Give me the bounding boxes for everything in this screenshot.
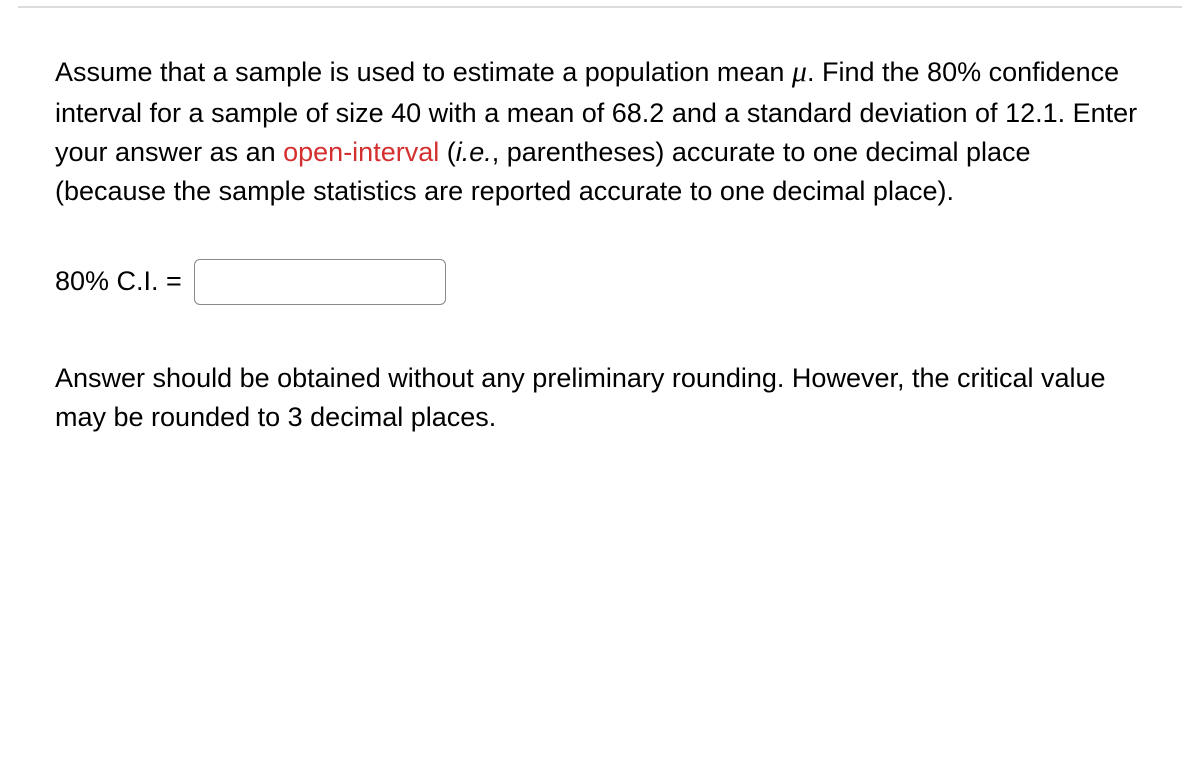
question-text-part1c: ( xyxy=(439,137,456,167)
open-interval-highlight: open-interval xyxy=(283,137,439,167)
question-content: Assume that a sample is used to estimate… xyxy=(0,8,1200,437)
answer-row: 80% C.I. = xyxy=(55,259,1145,305)
mu-symbol: μ xyxy=(792,55,807,88)
answer-label: 80% C.I. = xyxy=(55,266,182,297)
question-paragraph: Assume that a sample is used to estimate… xyxy=(55,50,1145,211)
note-paragraph: Answer should be obtained without any pr… xyxy=(55,359,1145,437)
confidence-interval-input[interactable] xyxy=(194,259,446,305)
question-text-part1a: Assume that a sample is used to estimate… xyxy=(55,57,792,87)
ie-italic: i.e. xyxy=(456,137,492,167)
